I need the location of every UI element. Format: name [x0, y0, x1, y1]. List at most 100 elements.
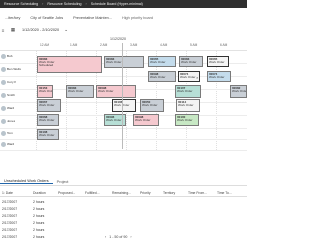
resource-name: Cory K [7, 80, 17, 84]
booking-type: Work Order [209, 75, 225, 79]
tab-view-3[interactable]: Preventative Mainten... [68, 16, 117, 20]
booking-block[interactable]: 00098 Work Order [96, 85, 136, 98]
duration-cell: 2 hours [33, 206, 45, 211]
resource-name: Ward [7, 106, 15, 110]
booking-type: Work Order [39, 118, 55, 122]
chevron-down-icon[interactable]: ⌄ [63, 27, 69, 33]
column-header[interactable]: Time From... [188, 191, 207, 195]
avatar [1, 54, 6, 59]
booking-block[interactable]: 00050 Work Order [140, 99, 164, 112]
date-cell: 2/17/2007 [2, 220, 18, 225]
hour-label: 3 AM [130, 43, 138, 47]
column-header[interactable]: Priority [140, 191, 151, 195]
duration-cell: 2 hours [33, 213, 45, 218]
duration-cell: 2 hours [33, 220, 45, 225]
resource-name: Ward [7, 142, 15, 146]
table-row[interactable]: 2/17/2007 2 hours [0, 198, 247, 205]
booking-type: Work Order [39, 103, 55, 107]
booking-block[interactable]: 00107 Work Order [175, 85, 201, 98]
hour-label: 4 AM [160, 43, 168, 47]
current-time-line [122, 43, 123, 149]
booking-block[interactable]: 00082 Work Order [230, 85, 247, 98]
booking-block[interactable]: 00098 Work Order [133, 114, 159, 126]
booking-block[interactable]: 00100 Work Order [175, 114, 199, 126]
booking-block-selected[interactable]: 00074 Work Order × [178, 71, 200, 82]
tab-unscheduled-work-orders[interactable]: Unscheduled Work Orders [0, 179, 53, 184]
table-row[interactable]: 2/17/2007 2 hours [0, 219, 247, 226]
nav-app-name[interactable]: Resource Scheduling [0, 2, 42, 6]
booking-block[interactable]: 00083 Work Order [66, 85, 94, 98]
prev-page-icon[interactable]: ‹ [105, 235, 106, 239]
booking-type: Work Order [39, 133, 55, 137]
list-icon[interactable]: ≡ [0, 27, 6, 33]
booking-block[interactable]: 00074 Work Order [207, 71, 231, 82]
booking-block[interactable]: 00098 Work Order [148, 71, 176, 82]
hour-label: 6 AM [220, 43, 228, 47]
booking-type: Work Order [135, 118, 151, 122]
column-header[interactable]: 1: Date [2, 191, 13, 195]
nav-area[interactable]: Resource Scheduling [43, 2, 85, 6]
avatar [1, 142, 6, 147]
booking-type: Work Order [150, 60, 166, 64]
tab-view-1[interactable]: ...iter/key [0, 16, 25, 20]
table-row[interactable]: 2/17/2007 2 hours [0, 226, 247, 233]
date-cell: 2/17/2007 [2, 213, 18, 218]
table-row[interactable]: 2/17/2007 2 hours [0, 212, 247, 219]
timeline-date: 1/12/2020 [110, 37, 126, 41]
booking-status: Scheduled [39, 63, 54, 68]
column-header[interactable]: Fulfilled... [85, 191, 100, 195]
date-range[interactable]: 1/12/2020 - 2/10/2020 [22, 28, 59, 32]
avatar [1, 80, 6, 85]
booking-block[interactable]: 00108 Work Order [37, 129, 59, 140]
booking-block[interactable]: 00114 Work Order [176, 99, 200, 112]
booking-block[interactable]: 00067 Work Order [37, 99, 61, 112]
booking-block[interactable]: 00083 Work Order [179, 56, 203, 67]
column-header[interactable]: Proposed... [58, 191, 75, 195]
duration-cell: 2 hours [33, 227, 45, 232]
booking-type: Work Order [142, 103, 158, 107]
column-header[interactable]: Duration [33, 191, 46, 195]
resource-cell[interactable]: Bob [1, 54, 34, 59]
booking-block[interactable]: 00065 Work Order [148, 56, 176, 67]
column-header[interactable]: Territory [163, 191, 175, 195]
booking-type: Work Order [39, 89, 53, 93]
schedule-board: Bob Ben Wells Cory K Smith Ward Jones To… [0, 50, 247, 151]
avatar [1, 119, 6, 124]
resource-cell[interactable]: Jones [1, 119, 34, 124]
resource-cell[interactable]: Ben Wells [1, 67, 34, 72]
tab-view-4[interactable]: High priority board [117, 16, 158, 20]
table-row[interactable]: 2/17/2007 2 hours [0, 205, 247, 212]
next-page-icon[interactable]: › [130, 235, 131, 239]
avatar [1, 67, 6, 72]
resource-cell[interactable]: Smith [1, 93, 34, 98]
resource-cell[interactable]: Tom [1, 131, 34, 136]
resource-cell[interactable]: Ward [1, 106, 34, 111]
calendar-icon[interactable]: ▦ [10, 27, 16, 33]
avatar [1, 106, 6, 111]
timeline-hours: 12 AM 1 AM 2 AM 3 AM 4 AM 5 AM 6 AM [0, 43, 247, 49]
booking-block[interactable]: 00068 Work Order [37, 114, 59, 126]
booking-block[interactable]: 00083 Work Order [104, 56, 144, 68]
tab-project[interactable]: Project [53, 180, 73, 184]
booking-type: Work Order [177, 89, 193, 93]
column-header[interactable]: Remaining... [112, 191, 131, 195]
resource-name: Smith [7, 93, 15, 97]
resource-cell[interactable]: Ward [1, 142, 34, 147]
close-icon[interactable]: × [196, 76, 198, 80]
booking-type: Work Order [68, 89, 84, 93]
nav-page-title[interactable]: Schedule Board (Hyper-minimal) [87, 2, 147, 6]
hour-label: 2 AM [100, 43, 108, 47]
resource-cell[interactable]: Cory K [1, 80, 34, 85]
duration-cell: 2 hours [33, 199, 45, 204]
booking-block[interactable]: 00083 Work Order Scheduled [37, 56, 102, 73]
top-nav-bar: Resource Scheduling › Resource Schedulin… [0, 0, 247, 8]
booking-type: Work Order [150, 75, 166, 79]
booking-type: Work Order [209, 60, 225, 64]
column-header[interactable]: Time To... [217, 191, 232, 195]
booking-block[interactable]: 00153 Work Order [37, 85, 53, 98]
requirement-tabs: Unscheduled Work Orders Project [0, 178, 247, 186]
booking-block-selected[interactable]: 00106 Work Order [112, 99, 136, 112]
booking-block-selected[interactable]: 00065 Work Order [207, 56, 229, 67]
tab-view-2[interactable]: City of Seattle Jobs [25, 16, 68, 20]
booking-type: Work Order [232, 89, 247, 93]
